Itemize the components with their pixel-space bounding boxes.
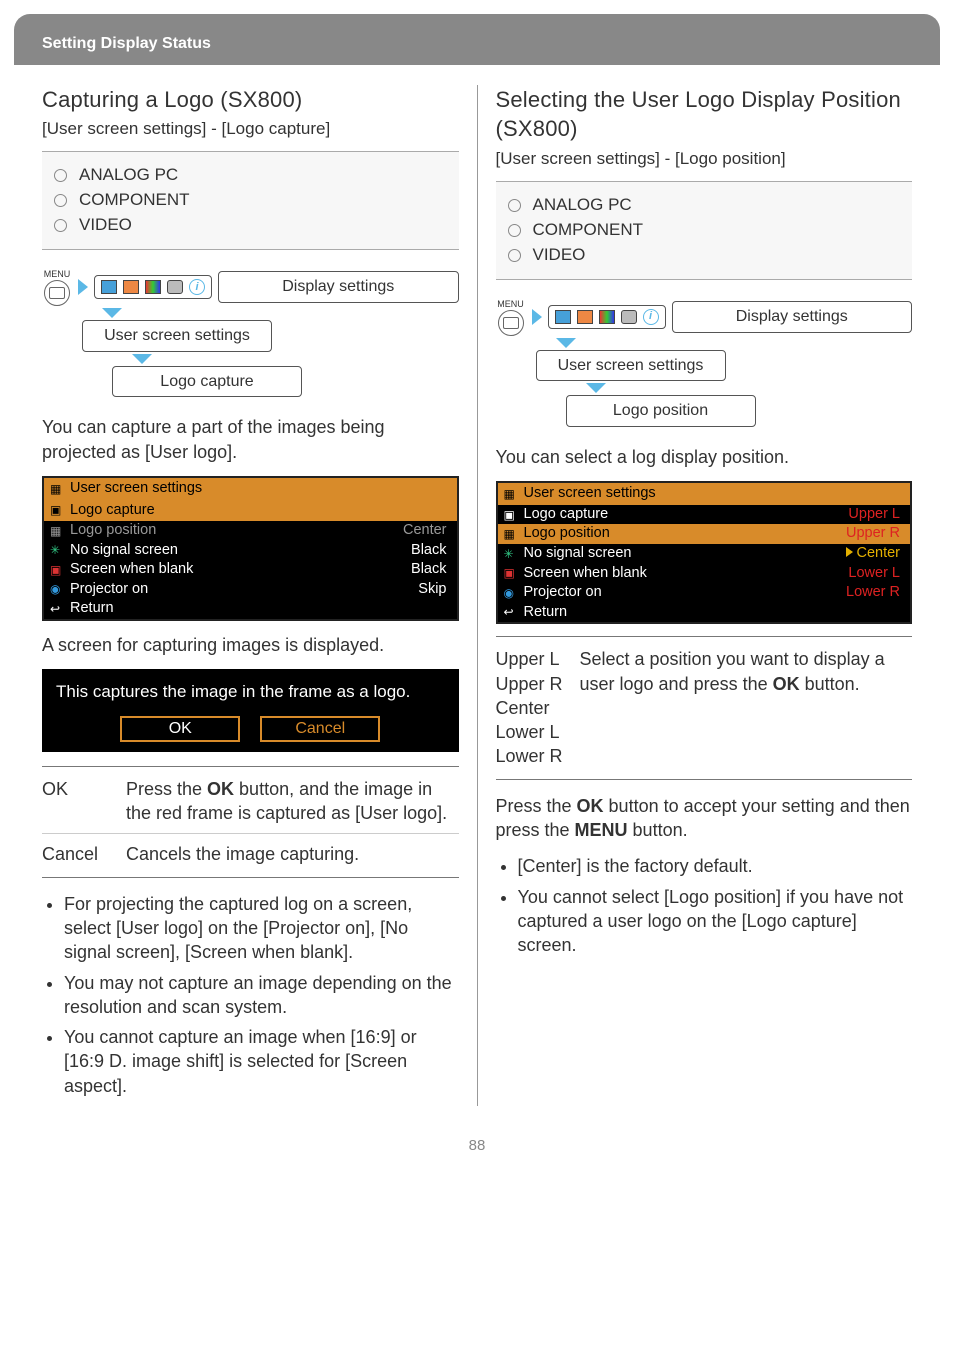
right-def-table: Upper L Upper R Center Lower L Lower R S… [496, 636, 913, 779]
right-para1: You can select a log display position. [496, 445, 913, 469]
radio-icon [508, 249, 521, 262]
def-row: OK Press the OK button, and the image in… [42, 777, 459, 826]
radio-icon [54, 169, 67, 182]
ui-header: ▦User screen settings [44, 478, 457, 500]
left-source-box: ANALOG PC COMPONENT VIDEO [42, 151, 459, 250]
right-breadcrumb: MENU i Display settings User screen sett… [496, 298, 913, 427]
page-content: Capturing a Logo (SX800) [User screen se… [14, 85, 940, 1197]
left-title: Capturing a Logo (SX800) [42, 85, 459, 115]
column-left: Capturing a Logo (SX800) [User screen se… [42, 85, 478, 1106]
ui-row: ◉Projector on Lower R [498, 583, 911, 603]
dialog-message: This captures the image in the frame as … [56, 681, 445, 704]
ui-row: ✳No signal screenBlack [44, 541, 457, 561]
radio-icon [54, 219, 67, 232]
capture-dialog: This captures the image in the frame as … [42, 669, 459, 752]
list-item: You cannot select [Logo position] if you… [518, 885, 913, 958]
menu-label: MENU [496, 298, 526, 310]
ui-return-row: ↩Return [498, 603, 911, 623]
column-right: Selecting the User Logo Display Position… [496, 85, 913, 1106]
right-bullets: [Center] is the factory default. You can… [496, 854, 913, 957]
breadcrumb-leaf: Logo capture [112, 366, 302, 398]
left-para2: A screen for capturing images is display… [42, 633, 459, 657]
breadcrumb-leaf: Logo position [566, 395, 756, 427]
ui-row: ▣Logo capture Upper L [498, 505, 911, 525]
chevron-down-icon [132, 354, 152, 364]
ui-row: ◉Projector onSkip [44, 580, 457, 600]
left-para1: You can capture a part of the images bei… [42, 415, 459, 464]
def-row: Upper L Upper R Center Lower L Lower R S… [496, 647, 913, 768]
left-breadcrumb: MENU i Display settings User screen sett… [42, 268, 459, 397]
header-title: Setting Display Status [42, 35, 211, 52]
list-item: You cannot capture an image when [16:9] … [64, 1025, 459, 1098]
def-row: Cancel Cancels the image capturing. [42, 833, 459, 866]
source-item: COMPONENT [54, 189, 459, 212]
radio-icon [508, 224, 521, 237]
breadcrumb-mid: User screen settings [536, 350, 726, 382]
source-item: ANALOG PC [508, 194, 913, 217]
source-item: VIDEO [508, 244, 913, 267]
source-label: VIDEO [533, 244, 586, 267]
radio-icon [508, 199, 521, 212]
ui-header: ▦User screen settings [498, 483, 911, 505]
menu-icon: MENU [42, 268, 72, 306]
menu-icon: MENU [496, 298, 526, 336]
ui-row: ▣Screen when blank Lower L [498, 564, 911, 584]
right-source-box: ANALOG PC COMPONENT VIDEO [496, 181, 913, 280]
chevron-down-icon [586, 383, 606, 393]
right-title: Selecting the User Logo Display Position… [496, 85, 913, 144]
chevron-right-icon [78, 279, 88, 295]
ui-selected-row: ▣Logo capture [44, 500, 457, 522]
source-label: VIDEO [79, 214, 132, 237]
menu-label: MENU [42, 268, 72, 280]
source-item: ANALOG PC [54, 164, 459, 187]
source-label: COMPONENT [79, 189, 190, 212]
right-para2: Press the OK button to accept your setti… [496, 794, 913, 843]
source-item: COMPONENT [508, 219, 913, 242]
right-path: [User screen settings] - [Logo position] [496, 148, 913, 171]
tabstrip-icon: i [94, 275, 212, 299]
chevron-right-icon [532, 309, 542, 325]
page-number: 88 [42, 1136, 912, 1156]
left-bullets: For projecting the captured log on a scr… [42, 892, 459, 1098]
ui-row: ✳No signal screen Center [498, 544, 911, 564]
breadcrumb-top: Display settings [218, 271, 459, 303]
ui-row: ▣Screen when blankBlack [44, 560, 457, 580]
right-ui-screenshot-1: ▦User screen settings ▣Logo capture Uppe… [496, 481, 913, 624]
tabstrip-icon: i [548, 305, 666, 329]
source-item: VIDEO [54, 214, 459, 237]
source-label: COMPONENT [533, 219, 644, 242]
radio-icon [54, 194, 67, 207]
header-bar: Setting Display Status [14, 14, 940, 65]
list-item: [Center] is the factory default. [518, 854, 913, 878]
source-label: ANALOG PC [79, 164, 178, 187]
chevron-down-icon [556, 338, 576, 348]
ui-return-row: ↩Return [44, 599, 457, 619]
breadcrumb-top: Display settings [672, 301, 913, 333]
ui-row: ▦Logo position Upper R [498, 524, 911, 544]
left-def-table: OK Press the OK button, and the image in… [42, 766, 459, 878]
dialog-cancel-button[interactable]: Cancel [260, 716, 380, 742]
breadcrumb-mid: User screen settings [82, 320, 272, 352]
source-label: ANALOG PC [533, 194, 632, 217]
ui-row: ▦Logo positionCenter [44, 521, 457, 541]
left-ui-screenshot-1: ▦User screen settings ▣Logo capture ▦Log… [42, 476, 459, 621]
dialog-ok-button[interactable]: OK [120, 716, 240, 742]
list-item: For projecting the captured log on a scr… [64, 892, 459, 965]
left-path: [User screen settings] - [Logo capture] [42, 118, 459, 141]
chevron-down-icon [102, 308, 122, 318]
list-item: You may not capture an image depending o… [64, 971, 459, 1020]
